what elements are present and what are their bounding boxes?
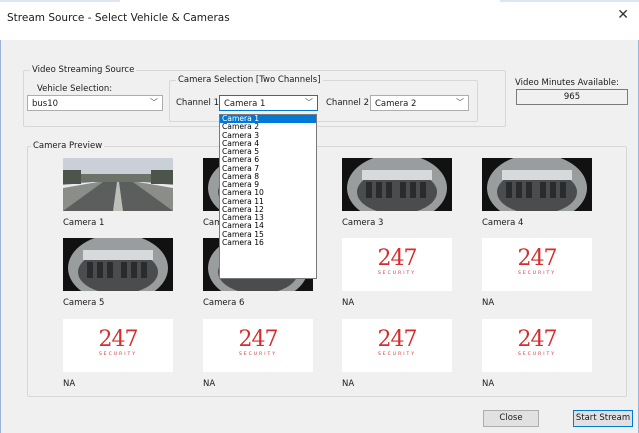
security-logo: 247 SECURITY: [482, 238, 592, 291]
camera-thumbnail[interactable]: 247 SECURITY: [63, 319, 173, 372]
logo-text: 247: [377, 246, 418, 271]
camera-thumbnail-label: NA: [482, 379, 495, 389]
vehicle-label: Vehicle Selection:: [37, 84, 113, 94]
camera-thumbnail-label: NA: [342, 379, 355, 389]
logo-subtext: SECURITY: [517, 271, 557, 276]
vehicle-value: bus10: [32, 99, 59, 109]
vehicle-select[interactable]: bus10 ﹀: [27, 95, 163, 111]
road-camera-image: [63, 158, 173, 211]
camera-thumbnail[interactable]: [63, 158, 173, 211]
close-button[interactable]: Close: [483, 410, 539, 427]
channel2-select[interactable]: Camera 2 ﹀: [370, 95, 469, 111]
security-logo: 247 SECURITY: [482, 319, 592, 372]
dialog-client: Video Streaming Source Vehicle Selection…: [0, 40, 639, 433]
start-stream-button[interactable]: Start Stream: [573, 410, 633, 427]
camera-thumbnail[interactable]: [482, 158, 592, 211]
camera-selection-group-title: Camera Selection [Two Channels]: [176, 75, 323, 85]
fisheye-camera-image: [482, 158, 592, 211]
channel1-value: Camera 1: [224, 99, 266, 109]
camera-thumbnail[interactable]: [342, 158, 452, 211]
channel2-label: Channel 2:: [326, 98, 372, 108]
camera-thumbnail-label: NA: [203, 379, 216, 389]
window-title: Stream Source - Select Vehicle & Cameras: [7, 12, 230, 24]
minutes-readout: 965: [516, 89, 628, 105]
chevron-down-icon: ﹀: [305, 98, 313, 107]
minutes-label: Video Minutes Available:: [515, 78, 620, 88]
logo-subtext: SECURITY: [238, 352, 278, 357]
channel1-select[interactable]: Camera 1 ﹀: [219, 95, 318, 111]
channel1-label: Channel 1:: [176, 98, 222, 108]
camera-thumbnail-label: NA: [482, 298, 495, 308]
security-logo: 247 SECURITY: [342, 238, 452, 291]
logo-text: 247: [98, 327, 139, 352]
logo-text: 247: [517, 246, 558, 271]
camera-thumbnail[interactable]: 247 SECURITY: [482, 319, 592, 372]
fisheye-camera-image: [342, 158, 452, 211]
logo-text: 247: [517, 327, 558, 352]
camera-thumbnail[interactable]: [63, 238, 173, 291]
title-bar: Stream Source - Select Vehicle & Cameras…: [0, 0, 639, 40]
logo-subtext: SECURITY: [98, 352, 138, 357]
camera-thumbnail-label: Camera 6: [203, 298, 245, 308]
logo-subtext: SECURITY: [377, 352, 417, 357]
chevron-down-icon: ﹀: [150, 98, 158, 107]
camera-thumbnail[interactable]: 247 SECURITY: [203, 319, 313, 372]
logo-subtext: SECURITY: [517, 352, 557, 357]
logo-text: 247: [377, 327, 418, 352]
fisheye-camera-image: [63, 238, 173, 291]
camera-thumbnail[interactable]: 247 SECURITY: [342, 319, 452, 372]
security-logo: 247 SECURITY: [342, 319, 452, 372]
chevron-down-icon: ﹀: [456, 98, 464, 107]
channel2-value: Camera 2: [375, 99, 417, 109]
camera-thumbnail-label: NA: [342, 298, 355, 308]
camera-thumbnail-label: NA: [63, 379, 76, 389]
close-window-icon[interactable]: ✕: [617, 8, 629, 22]
camera-thumbnail-label: Camera 1: [63, 218, 105, 228]
logo-subtext: SECURITY: [377, 271, 417, 276]
minutes-value: 965: [563, 92, 581, 102]
security-logo: 247 SECURITY: [63, 319, 173, 372]
video-source-group-title: Video Streaming Source: [30, 65, 137, 75]
camera-thumbnail-label: Camera 3: [342, 218, 384, 228]
camera-thumbnail-label: Camera 5: [63, 298, 105, 308]
logo-text: 247: [238, 327, 279, 352]
camera-thumbnail[interactable]: 247 SECURITY: [342, 238, 452, 291]
camera-preview-group-title: Camera Preview: [31, 141, 105, 151]
camera-thumbnail[interactable]: 247 SECURITY: [482, 238, 592, 291]
channel1-dropdown-list[interactable]: Camera 1 Camera 2 Camera 3 Camera 4 Camera 5…: [219, 114, 317, 279]
title-accent: [0, 0, 639, 2]
camera-thumbnail-label: Camera 4: [482, 218, 524, 228]
security-logo: 247 SECURITY: [203, 319, 313, 372]
dropdown-option[interactable]: Camera 16: [220, 238, 316, 247]
